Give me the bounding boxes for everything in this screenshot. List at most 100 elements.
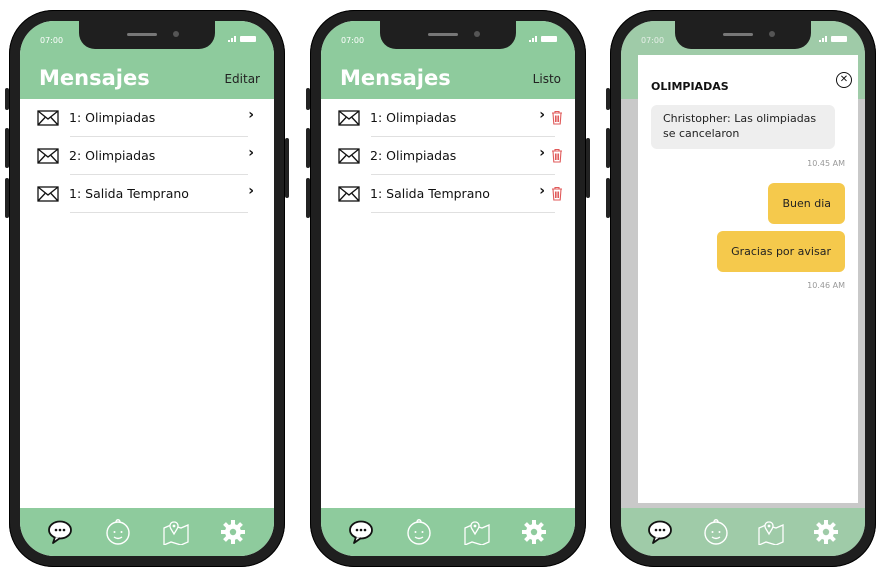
message-list: 1: Olimpiadas › 2: Olimpiadas › 1: Salid… <box>20 99 274 213</box>
status-icons <box>819 36 847 42</box>
gear-icon <box>813 520 838 544</box>
tab-map[interactable] <box>161 517 191 547</box>
tab-bar <box>321 508 575 556</box>
signal-icon <box>529 36 537 42</box>
list-item-label: 1: Salida Temprano <box>370 186 490 201</box>
notch <box>675 21 811 49</box>
list-item-label: 2: Olimpiadas <box>370 148 457 163</box>
chat-title: OLIMPIADAS <box>651 80 729 93</box>
divider <box>70 212 248 213</box>
divider <box>371 212 555 213</box>
tab-messages[interactable] <box>646 517 676 547</box>
message-timestamp: 10.45 AM <box>807 159 845 168</box>
status-icons <box>529 36 557 42</box>
map-pin-icon <box>163 521 189 545</box>
baby-face-icon <box>407 519 431 545</box>
battery-icon <box>541 36 557 42</box>
trash-icon[interactable] <box>551 110 563 125</box>
status-time: 07:00 <box>641 36 665 45</box>
phone-chat: 07:00 OLIMPIADAS ✕ Christopher: Las olim… <box>606 10 876 567</box>
map-pin-icon <box>464 521 490 545</box>
notch <box>380 21 516 49</box>
list-item[interactable]: 1: Olimpiadas › <box>321 99 575 137</box>
tab-map[interactable] <box>462 517 492 547</box>
tab-bar <box>621 508 865 556</box>
envelope-icon <box>37 110 59 126</box>
mute-switch <box>5 88 9 110</box>
chevron-right-icon: › <box>539 107 545 123</box>
trash-icon[interactable] <box>551 148 563 163</box>
signal-icon <box>228 36 236 42</box>
message-list: 1: Olimpiadas › 2: Olimpiadas › 1: Salid… <box>321 99 575 213</box>
volume-down-button <box>5 178 9 218</box>
tab-messages[interactable] <box>347 517 377 547</box>
chevron-right-icon: › <box>248 145 254 161</box>
screen: 07:00 Mensajes Listo 1: Olimpiadas › 2: … <box>321 21 575 556</box>
status-icons <box>228 36 256 42</box>
page-title: Mensajes <box>39 66 150 90</box>
list-item[interactable]: 2: Olimpiadas › <box>321 137 575 175</box>
tab-child[interactable] <box>404 517 434 547</box>
list-item-label: 1: Salida Temprano <box>69 186 189 201</box>
chevron-right-icon: › <box>248 183 254 199</box>
trash-icon[interactable] <box>551 186 563 201</box>
mute-switch <box>306 88 310 110</box>
phone-messages-edit: 07:00 Mensajes Listo 1: Olimpiadas › 2: … <box>306 10 590 567</box>
envelope-icon <box>338 148 360 164</box>
phone-messages-list: 07:00 Mensajes Editar 1: Olimpiadas › 2:… <box>5 10 289 567</box>
gear-icon <box>522 520 547 544</box>
close-icon[interactable]: ✕ <box>836 72 852 88</box>
tab-child[interactable] <box>701 517 731 547</box>
power-button <box>285 138 289 198</box>
volume-down-button <box>306 178 310 218</box>
power-button <box>586 138 590 198</box>
battery-icon <box>831 36 847 42</box>
battery-icon <box>240 36 256 42</box>
status-time: 07:00 <box>40 36 64 45</box>
edit-button[interactable]: Editar <box>224 72 260 86</box>
tab-settings[interactable] <box>811 517 841 547</box>
message-timestamp: 10.46 AM <box>807 281 845 290</box>
volume-up-button <box>606 128 610 168</box>
chevron-right-icon: › <box>248 107 254 123</box>
envelope-icon <box>338 186 360 202</box>
tab-messages[interactable] <box>46 517 76 547</box>
chat-bubble-icon <box>47 520 72 544</box>
mute-switch <box>606 88 610 110</box>
list-item-label: 2: Olimpiadas <box>69 148 156 163</box>
map-pin-icon <box>757 521 784 545</box>
list-item[interactable]: 1: Salida Temprano › <box>20 175 274 213</box>
signal-icon <box>819 36 827 42</box>
notch <box>79 21 215 49</box>
done-button[interactable]: Listo <box>533 72 561 86</box>
status-time: 07:00 <box>341 36 365 45</box>
envelope-icon <box>37 148 59 164</box>
tab-map[interactable] <box>756 517 786 547</box>
list-item[interactable]: 1: Salida Temprano › <box>321 175 575 213</box>
screen: 07:00 OLIMPIADAS ✕ Christopher: Las olim… <box>621 21 865 556</box>
list-item-label: 1: Olimpiadas <box>370 110 457 125</box>
chevron-right-icon: › <box>539 183 545 199</box>
outgoing-message: Buen dia <box>768 183 845 224</box>
outgoing-message: Gracias por avisar <box>717 231 845 272</box>
list-item[interactable]: 2: Olimpiadas › <box>20 137 274 175</box>
chevron-right-icon: › <box>539 145 545 161</box>
baby-face-icon <box>703 519 728 545</box>
page-title: Mensajes <box>340 66 451 90</box>
gear-icon <box>221 520 246 544</box>
baby-face-icon <box>106 519 130 545</box>
tab-child[interactable] <box>103 517 133 547</box>
volume-down-button <box>606 178 610 218</box>
tab-bar <box>20 508 274 556</box>
screen: 07:00 Mensajes Editar 1: Olimpiadas › 2:… <box>20 21 274 556</box>
chat-bubble-icon <box>348 520 373 544</box>
tab-settings[interactable] <box>519 517 549 547</box>
chat-bubble-icon <box>647 520 672 544</box>
envelope-icon <box>338 110 360 126</box>
list-item[interactable]: 1: Olimpiadas › <box>20 99 274 137</box>
chat-modal: OLIMPIADAS ✕ Christopher: Las olimpiadas… <box>638 55 858 503</box>
volume-up-button <box>306 128 310 168</box>
tab-settings[interactable] <box>218 517 248 547</box>
list-item-label: 1: Olimpiadas <box>69 110 156 125</box>
volume-up-button <box>5 128 9 168</box>
